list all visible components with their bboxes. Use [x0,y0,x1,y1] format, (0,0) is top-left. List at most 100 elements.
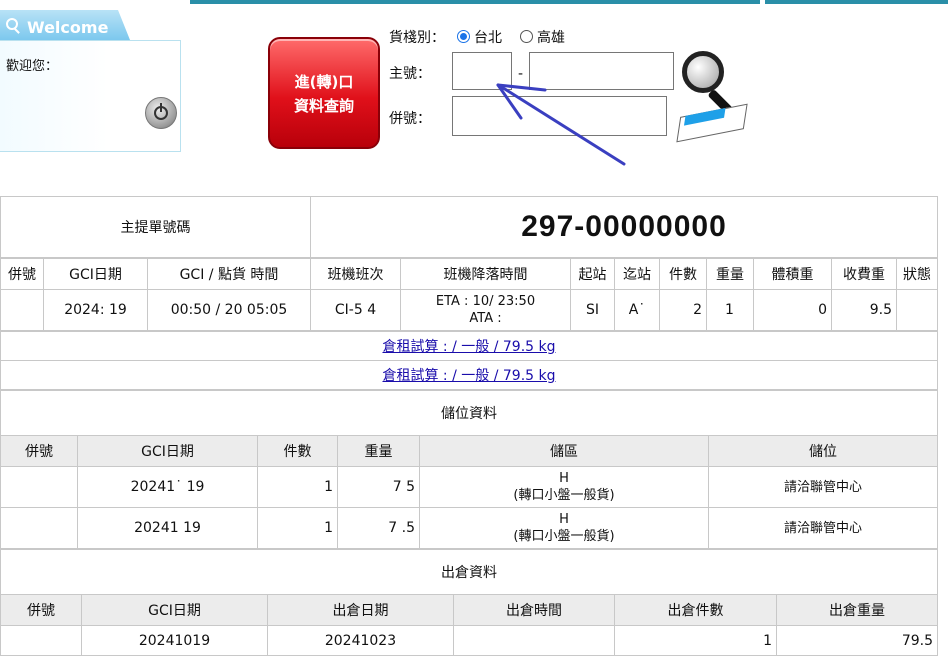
eraser-clear-icon[interactable] [676,103,748,143]
col-vol-weight: 體積重 [753,258,832,290]
radio-taipei[interactable] [457,30,470,43]
cell-eta: ETA : 10/ 23:50 [435,294,536,309]
release-cell-out-date: 20241023 [267,625,454,656]
storage-cell-weight: 7 5 [337,466,420,508]
storage-cell-pieces: 1 [257,507,338,549]
release-col-pieces: 出倉件數 [614,594,777,626]
search-icon [6,18,18,30]
table-row: 20241019 20241023 1 79.5 [0,625,938,656]
cell-gci-time: 00:50 / 20 05:05 [147,289,311,331]
query-button-line2: 資料查詢 [293,97,354,115]
storage-zone-note: (轉口小盤一般貨) [513,529,615,544]
storage-zone-code: H [559,471,569,486]
col-landing-time: 班機降落時間 [400,258,571,290]
fee-links-table: 倉租試算 : / 一般 / 79.5 kg 倉租試算 : / 一般 / 79.5… [0,331,938,390]
query-button-line1: 進(轉)口 [294,73,354,91]
storage-cell-zone: H (轉口小盤一般貨) [419,466,709,508]
cell-weight: 1 [706,289,754,331]
welcome-title: Welcome [27,18,109,37]
warehouse-label: 貨棧別： [389,30,445,46]
import-query-button[interactable]: 進(轉)口 資料查詢 [268,37,380,149]
mawb-value: 297-00000000 [310,196,938,258]
col-weight: 重量 [706,258,754,290]
storage-cell-pieces: 1 [257,466,338,508]
release-col-house: 併號 [0,594,82,626]
master-label: 主號： [389,66,431,82]
main-content: 主提單號碼 297-00000000 併號 GCI日期 GCI / 點貨 時間 … [0,196,938,656]
release-title: 出倉資料 [0,549,938,595]
storage-cell-zone: H (轉口小盤一般貨) [419,507,709,549]
storage-cell-weight: 7 .5 [337,507,420,549]
table-row: 20241˙ 19 1 7 5 H (轉口小盤一般貨) 請洽聯管中心 [0,466,938,508]
release-cell-house [0,625,82,656]
storage-cell-location: 請洽聯管中心 [708,507,938,549]
release-cell-weight: 79.5 [776,625,938,656]
mawb-label: 主提單號碼 [0,196,311,258]
cell-ata: ATA : [469,311,502,326]
storage-table: 儲位資料 併號 GCI日期 件數 重量 儲區 儲位 20241˙ 19 1 7 … [0,390,938,549]
cell-vol-weight: 0 [753,289,832,331]
cell-charge-weight: 9.5 [831,289,897,331]
storage-zone-code: H [559,512,569,527]
master-number-input[interactable] [529,52,674,90]
storage-col-gci-date: GCI日期 [77,435,258,467]
cell-dest: A˙ [614,289,660,331]
storage-col-location: 儲位 [708,435,938,467]
table-row: 20241 19 1 7 .5 H (轉口小盤一般貨) 請洽聯管中心 [0,507,938,549]
welcome-panel: Welcome 歡迎您： [0,10,182,152]
logout-power-icon[interactable] [145,97,177,129]
storage-col-house: 併號 [0,435,78,467]
release-col-weight: 出倉重量 [776,594,938,626]
radio-kaohsiung-label: 高雄 [537,30,565,46]
release-cell-pieces: 1 [614,625,777,656]
storage-col-pieces: 件數 [257,435,338,467]
storage-title: 儲位資料 [0,390,938,436]
col-house: 併號 [0,258,44,290]
storage-cell-gci-date: 20241˙ 19 [77,466,258,508]
storage-fee-link-2[interactable]: 倉租試算 : / 一般 / 79.5 kg [382,368,555,384]
col-flight: 班機班次 [310,258,401,290]
col-status: 狀態 [896,258,938,290]
storage-col-weight: 重量 [337,435,420,467]
storage-cell-house [0,507,78,549]
release-cell-out-time [453,625,615,656]
release-col-gci-date: GCI日期 [81,594,268,626]
cell-status [896,289,938,331]
col-charge-weight: 收費重 [831,258,897,290]
welcome-box: 歡迎您： [0,40,181,152]
col-gci-time: GCI / 點貨 時間 [147,258,311,290]
cell-landing: ETA : 10/ 23:50 ATA : [400,289,571,331]
storage-fee-link-1[interactable]: 倉租試算 : / 一般 / 79.5 kg [382,339,555,355]
release-col-out-date: 出倉日期 [267,594,454,626]
master-prefix-input[interactable] [452,52,512,90]
storage-col-zone: 儲區 [419,435,709,467]
cell-house [0,289,44,331]
cell-origin: SI [570,289,615,331]
master-separator: - [518,66,524,82]
col-gci-date: GCI日期 [43,258,148,290]
storage-zone-note: (轉口小盤一般貨) [513,488,615,503]
storage-cell-gci-date: 20241 19 [77,507,258,549]
house-label: 併號： [389,111,431,127]
cell-gci-date: 2024: 19 [43,289,148,331]
welcome-greeting: 歡迎您： [6,59,59,74]
cell-flight: CI-5 4 [310,289,401,331]
cell-pieces: 2 [659,289,707,331]
flight-table: 併號 GCI日期 GCI / 點貨 時間 班機班次 班機降落時間 起站 迄站 件… [0,258,938,331]
storage-cell-house [0,466,78,508]
mawb-table: 主提單號碼 297-00000000 [0,196,938,258]
release-table: 出倉資料 併號 GCI日期 出倉日期 出倉時間 出倉件數 出倉重量 202410… [0,549,938,656]
release-cell-gci-date: 20241019 [81,625,268,656]
release-col-out-time: 出倉時間 [453,594,615,626]
radio-taipei-label: 台北 [474,30,502,46]
top-stripe [0,0,948,4]
house-number-input[interactable] [452,96,667,136]
col-dest: 迄站 [614,258,660,290]
welcome-tab: Welcome [0,10,130,40]
magnifier-search-icon[interactable] [682,51,724,93]
radio-kaohsiung[interactable] [520,30,533,43]
col-pieces: 件數 [659,258,707,290]
col-origin: 起站 [570,258,615,290]
storage-cell-location: 請洽聯管中心 [708,466,938,508]
table-row: 2024: 19 00:50 / 20 05:05 CI-5 4 ETA : 1… [0,289,938,331]
